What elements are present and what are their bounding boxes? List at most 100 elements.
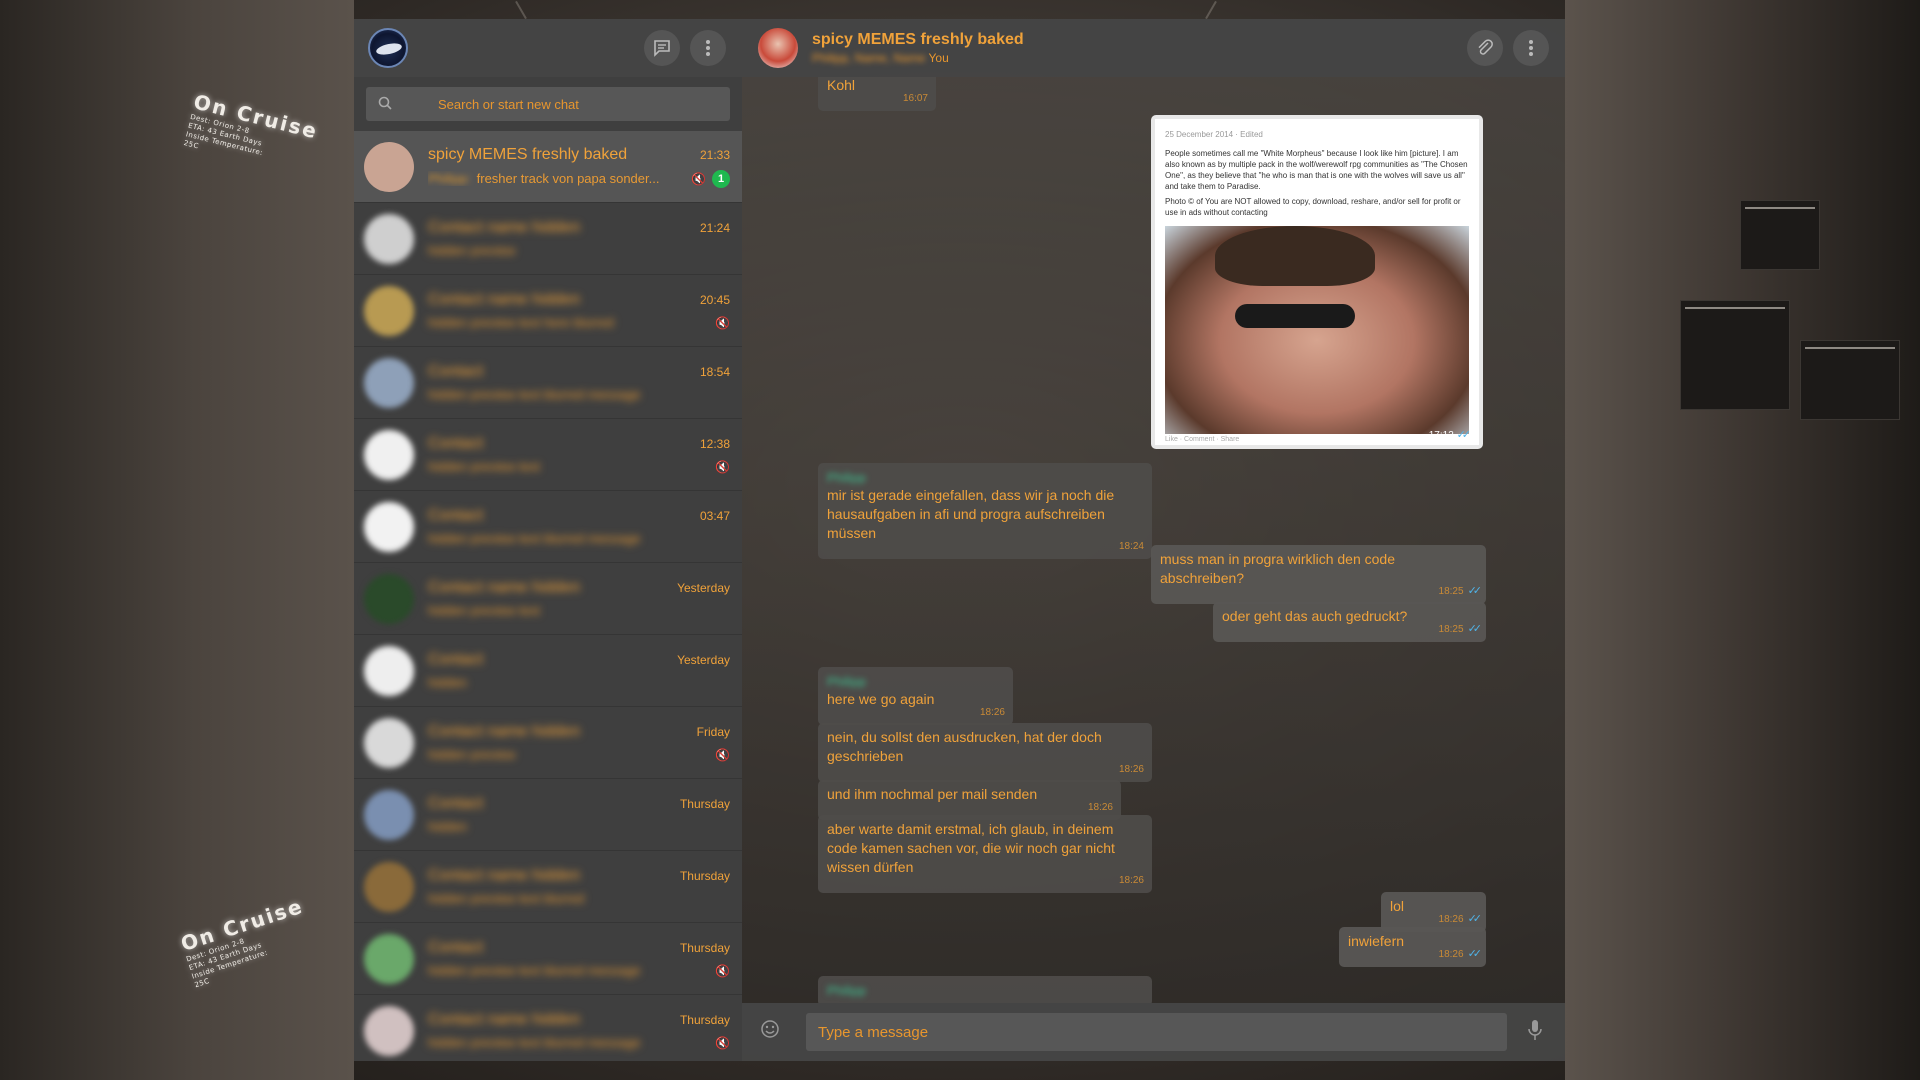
message-text: und ihm nochmal per mail senden — [827, 786, 1038, 802]
chat-avatar — [364, 861, 414, 912]
message-outgoing[interactable]: lol 18:26 ✓✓ — [1381, 892, 1486, 932]
chat-list-item[interactable]: Contact Yesterday hidden — [354, 635, 742, 707]
chat-name: Contact name hidden — [428, 723, 581, 740]
chat-list-item[interactable]: Contact name hidden Thursday hidden previe… — [354, 995, 742, 1061]
muted-icon: 🔇 — [691, 171, 706, 186]
whatsapp-window: spicy MEMES freshly baked 21:33 Philipp: fr… — [354, 19, 1565, 1061]
chat-list-item[interactable]: Contact 12:38 hidden preview text 🔇 — [354, 419, 742, 491]
conversation-menu-button[interactable] — [1513, 30, 1549, 66]
message-incoming[interactable]: Kohl 16:07 — [818, 77, 936, 111]
message-text: Kohl — [827, 77, 856, 93]
message-incoming[interactable]: Philipp here we go again 18:26 — [818, 667, 1013, 725]
message-text: aber warte damit erstmal, ich glaub, in … — [827, 821, 1115, 875]
image-photo-hair — [1215, 226, 1375, 286]
group-members-you: You — [928, 51, 949, 65]
chat-row-icons: 🔇 — [715, 964, 730, 978]
message-input[interactable] — [806, 1013, 1507, 1051]
more-vertical-icon — [1529, 40, 1533, 56]
image-post-copyright: Photo © of You are NOT allowed to copy, … — [1165, 197, 1461, 217]
search-box — [366, 87, 730, 121]
message-text: nein, du sollst den ausdrucken, hat der … — [827, 729, 1102, 764]
chat-row-icons: 🔇 — [715, 748, 730, 762]
message-outgoing[interactable]: oder geht das auch gedruckt? 18:25 ✓✓ — [1213, 602, 1486, 642]
message-text: here we go again — [827, 691, 935, 707]
chat-preview: hidden — [428, 675, 467, 690]
message-outgoing[interactable]: inwiefern 18:26 ✓✓ — [1339, 927, 1486, 967]
chat-time: Thursday — [679, 869, 730, 883]
chat-avatar — [364, 357, 414, 408]
attach-button[interactable] — [1467, 30, 1503, 66]
image-post-header: 25 December 2014 · Edited — [1165, 130, 1263, 139]
chat-preview: hidden preview — [428, 243, 515, 258]
chat-preview: hidden preview text — [428, 459, 540, 474]
message-sender: Philipp — [827, 470, 867, 485]
message-text: mir ist gerade eingefallen, dass wir ja … — [827, 487, 1115, 541]
chat-time: Yesterday — [677, 581, 730, 595]
chat-preview: Philipp: fresher track von papa sonder... — [428, 171, 659, 186]
chat-list-item[interactable]: Contact name hidden 21:24 hidden preview — [354, 203, 742, 275]
chat-name: Contact — [428, 507, 484, 524]
chat-list-item[interactable]: Contact name hidden Friday hidden preview 🔇 — [354, 707, 742, 779]
chat-body: Contact name hidden Friday hidden preview 🔇 — [428, 723, 730, 762]
paperclip-icon — [1478, 39, 1493, 55]
message-text: oder geht das auch gedruckt? — [1222, 608, 1408, 624]
chat-preview: hidden preview text blurred message — [428, 531, 640, 546]
message-incoming[interactable]: aber warte damit erstmal, ich glaub, in … — [818, 815, 1152, 893]
chat-name: Contact — [428, 651, 484, 668]
chat-avatar — [364, 717, 414, 768]
chat-body: Contact Thursday hidden — [428, 795, 730, 834]
search-input[interactable] — [408, 96, 718, 112]
chat-preview: hidden preview text here blurred — [428, 315, 614, 330]
message-incoming[interactable]: und ihm nochmal per mail senden 18:26 — [818, 780, 1121, 820]
chat-list-item[interactable]: Contact 03:47 hidden preview text blurred … — [354, 491, 742, 563]
chat-time: Friday — [696, 725, 730, 739]
emoji-button[interactable] — [760, 1019, 790, 1045]
chat-row-icons: 🔇 1 — [691, 169, 730, 188]
chat-preview-sender: Philipp: — [428, 171, 471, 186]
smiley-icon — [761, 1020, 779, 1038]
conversation-title[interactable]: spicy MEMES freshly baked Philipp, Name,… — [812, 31, 1457, 65]
chat-preview-text: hidden preview — [428, 243, 516, 258]
chat-body: Contact 12:38 hidden preview text 🔇 — [428, 435, 730, 474]
chat-avatar — [364, 285, 414, 336]
message-sender: Philipp — [827, 983, 867, 998]
message-incoming[interactable]: Philipp mir ist gerade eingefallen, dass… — [818, 463, 1152, 559]
read-ticks-icon: ✓✓ — [1456, 429, 1472, 441]
chat-time: 12:38 — [699, 437, 730, 451]
chat-name: Contact name hidden — [428, 219, 581, 236]
message-incoming[interactable]: Philipp — [818, 976, 1152, 1003]
chat-time: Yesterday — [677, 653, 730, 667]
chat-list-item[interactable]: Contact Thursday hidden preview text blurr… — [354, 923, 742, 995]
chat-list-item[interactable]: Contact 18:54 hidden preview text blurred … — [354, 347, 742, 419]
chat-list-item[interactable]: Contact name hidden Yesterday hidden previ… — [354, 563, 742, 635]
message-incoming[interactable]: nein, du sollst den ausdrucken, hat der … — [818, 723, 1152, 782]
search-icon[interactable] — [378, 96, 408, 113]
chat-avatar — [364, 141, 414, 192]
message-time: 18:24 — [1118, 541, 1144, 552]
chat-list-item[interactable]: Contact name hidden 20:45 hidden preview t… — [354, 275, 742, 347]
message-outgoing[interactable]: muss man in progra wirklich den code abs… — [1151, 545, 1486, 604]
image-photo — [1165, 226, 1469, 434]
chat-preview: hidden preview text blurred message — [428, 963, 640, 978]
chat-list-item[interactable]: spicy MEMES freshly baked 21:33 Philipp: fr… — [354, 131, 742, 203]
sidebar-header — [354, 19, 742, 77]
chat-preview-text: hidden — [428, 675, 468, 690]
background-shelf — [1800, 340, 1900, 420]
microphone-button[interactable] — [1523, 1019, 1547, 1046]
group-avatar[interactable] — [758, 28, 798, 68]
chat-list-item[interactable]: Contact Thursday hidden — [354, 779, 742, 851]
chat-name: Contact name hidden — [428, 867, 581, 884]
chat-body: Contact 03:47 hidden preview text blurred … — [428, 507, 730, 546]
muted-icon: 🔇 — [715, 963, 730, 978]
message-time: 18:26 — [979, 707, 1005, 718]
message-image-outgoing[interactable]: 25 December 2014 · Edited People sometim… — [1151, 115, 1483, 449]
microphone-icon — [1528, 1019, 1542, 1040]
unread-badge: 1 — [712, 169, 730, 188]
message-text: inwiefern — [1348, 933, 1405, 949]
profile-avatar[interactable] — [368, 28, 408, 68]
chat-list-item[interactable]: Contact name hidden Thursday hidden previe… — [354, 851, 742, 923]
new-chat-button[interactable] — [644, 30, 680, 66]
read-ticks-icon: ✓✓ — [1467, 948, 1483, 960]
menu-button[interactable] — [690, 30, 726, 66]
chat-avatar — [364, 645, 414, 696]
